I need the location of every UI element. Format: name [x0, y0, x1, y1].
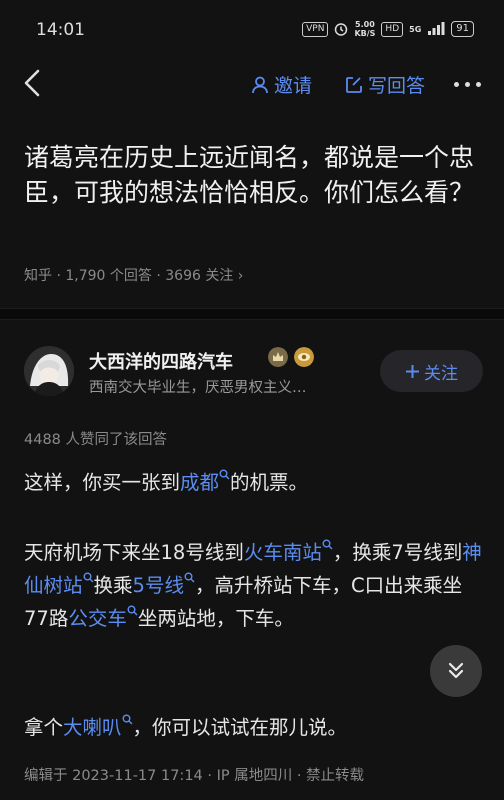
- search-icon: [122, 714, 133, 725]
- search-icon: [127, 605, 138, 616]
- alarm-icon: [335, 23, 348, 36]
- author-bio: 西南交大毕业生，厌恶男权主义…: [89, 380, 307, 396]
- avatar-image: [24, 346, 74, 396]
- answer-paragraph: 这样，你买一张到成都 的机票。: [24, 469, 309, 494]
- follow-label: 关注: [424, 363, 458, 384]
- signal-icon: [428, 22, 445, 35]
- question-title[interactable]: 诸葛亮在历史上远近闻名，都说是一个忠臣，可我的想法恰恰相反。你们怎么看？: [24, 140, 484, 210]
- keyword-link[interactable]: 火车南站: [244, 539, 333, 564]
- search-icon: [184, 572, 195, 583]
- keyword-link[interactable]: 大喇叭: [63, 714, 133, 739]
- network-speed: 5.00 KB/S: [354, 20, 376, 38]
- answer-paragraph: 天府机场下来坐18号线到火车南站 ，换乘7号线到神仙树站 换乘5号线 ，高升桥站下车，…: [24, 539, 482, 630]
- vote-count: 4488 人赞同了该回答: [24, 432, 168, 448]
- vpn-indicator: VPN: [302, 21, 329, 37]
- scroll-down-button[interactable]: [430, 645, 482, 697]
- follow-button[interactable]: 关注: [380, 350, 483, 392]
- edit-meta: 编辑于 2023-11-17 17:14 · IP 属地四川 · 禁止转载: [24, 768, 365, 784]
- network-type: 5G: [409, 24, 422, 34]
- question-meta[interactable]: 知乎 · 1,790 个回答 · 3696 关注 ›: [24, 265, 243, 285]
- answer-paragraph: 拿个大喇叭 ，你可以试试在那儿说。: [24, 714, 348, 739]
- eye-badge-icon[interactable]: [294, 347, 314, 367]
- search-icon: [83, 572, 94, 583]
- search-icon: [219, 469, 230, 480]
- invite-button[interactable]: 邀请: [250, 71, 312, 98]
- more-icon[interactable]: [454, 82, 481, 87]
- keyword-link[interactable]: 成都: [180, 469, 230, 494]
- creator-badge-icon[interactable]: [268, 347, 288, 367]
- answer-count: 1,790: [65, 268, 106, 284]
- badges: [268, 347, 314, 367]
- status-time: 14:01: [36, 20, 85, 40]
- follower-count: 3696: [165, 268, 201, 284]
- invite-label: 邀请: [274, 75, 313, 97]
- author-name[interactable]: 大西洋的四路汽车: [89, 348, 233, 374]
- search-icon: [322, 539, 333, 550]
- top-nav: 邀请 写回答: [0, 62, 504, 106]
- keyword-link[interactable]: 公交车: [68, 605, 138, 630]
- edit-icon: [346, 76, 362, 93]
- back-icon[interactable]: [20, 68, 46, 98]
- keyword-link[interactable]: 5号线: [133, 572, 195, 597]
- status-icons: VPN 5.00 KB/S HD 5G 91: [302, 20, 474, 38]
- chevron-double-down-icon: [448, 662, 464, 679]
- section-divider: [0, 308, 504, 320]
- write-answer-button[interactable]: 写回答: [344, 71, 425, 98]
- avatar[interactable]: [24, 346, 74, 396]
- battery-indicator: 91: [451, 21, 474, 37]
- plus-icon: [406, 364, 419, 378]
- hd-indicator: HD: [381, 21, 404, 37]
- write-answer-label: 写回答: [368, 75, 426, 97]
- status-bar: 14:01 VPN 5.00 KB/S HD 5G 91: [0, 0, 504, 56]
- invite-icon: [252, 76, 268, 93]
- question-source: 知乎: [24, 268, 52, 284]
